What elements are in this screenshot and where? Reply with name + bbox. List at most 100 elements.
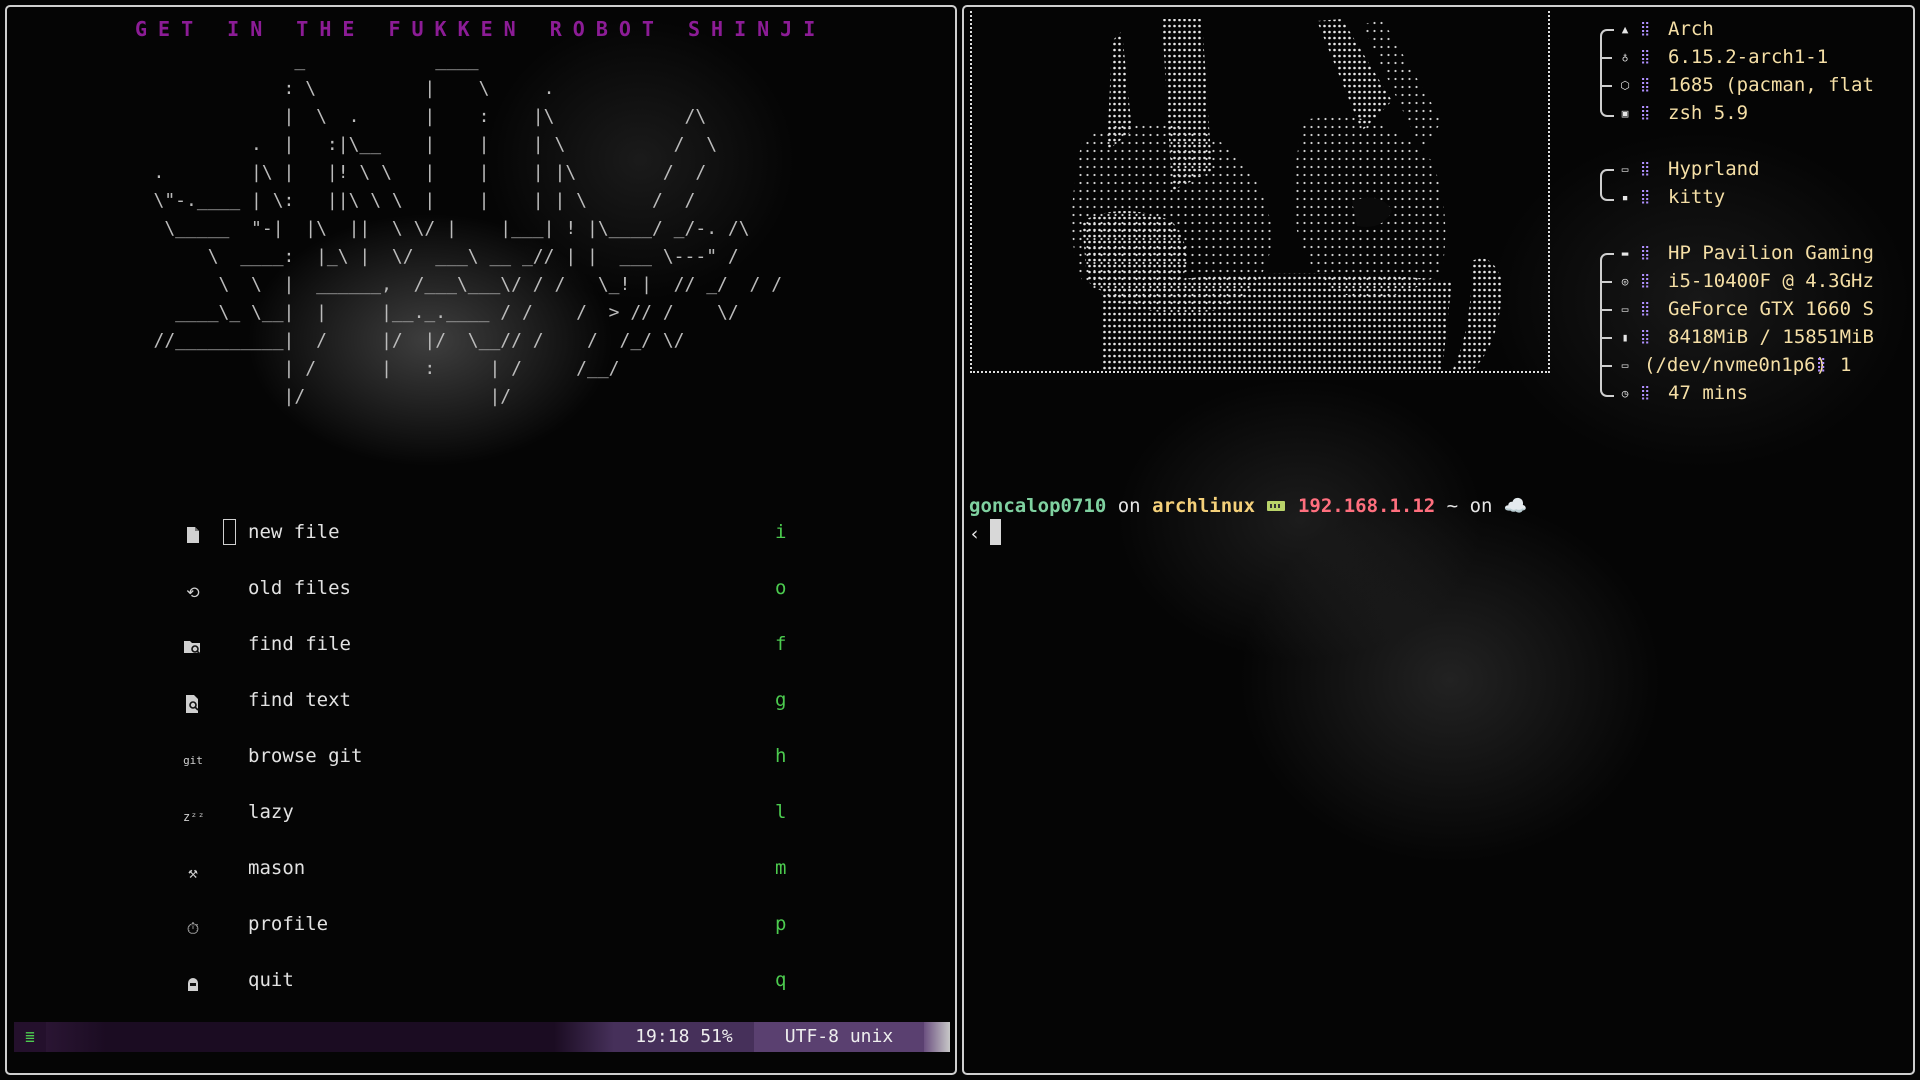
ascii-art-logo: _ ____ : \ | \ . | \ . | : |\ /\ . | :|\… — [121, 47, 861, 417]
dashboard-banner: GET IN THE FUKKEN ROBOT SHINJI — [135, 17, 827, 41]
memory-icon: ▮ — [1621, 331, 1629, 344]
menu-label: find file — [248, 633, 351, 655]
menu-label: browse git — [248, 745, 363, 767]
menu-item-profile[interactable]: ⏱ profile p — [177, 907, 797, 963]
dots-separator: ⣿ — [1640, 301, 1650, 317]
dots-separator: ⣿ — [1816, 357, 1826, 373]
fetch-logo-image — [970, 11, 1550, 373]
status-encoding-value: UTF-8 — [784, 1026, 839, 1047]
menu-shortcut-key: p — [775, 913, 787, 935]
shell-prompt: goncalop0710 on archlinux 192.168.1.12 ~… — [969, 494, 1528, 517]
status-gradient-right — [924, 1022, 950, 1052]
nvim-statusline: ≣ 19:18 51% UTF-8 unix — [14, 1022, 950, 1052]
fastfetch-info: ▲ ⣿ Arch ♁ ⣿ 6.15.2-arch1-1 ⬡ ⣿ 1685 (pa… — [1600, 15, 1913, 415]
prompt-user: goncalop0710 — [969, 495, 1107, 517]
tree-branch — [1600, 337, 1612, 339]
status-fileformat: unix — [849, 1026, 894, 1047]
menu-shortcut-key: i — [775, 521, 787, 543]
menu-shortcut-key: f — [775, 633, 787, 655]
ascii-dot-art — [1072, 19, 1502, 371]
nvim-window[interactable]: GET IN THE FUKKEN ROBOT SHINJI _ ____ : … — [5, 5, 957, 1075]
menu-item-find-text[interactable]: find text g — [177, 683, 797, 739]
status-gradient-middle — [554, 1022, 614, 1052]
cpu-icon: ◎ — [1621, 275, 1629, 288]
status-encoding: UTF-8 unix — [754, 1022, 924, 1052]
menu-icon: ≣ — [14, 1022, 46, 1052]
menu-label: new file — [248, 521, 340, 543]
tree-branch — [1600, 309, 1612, 311]
menu-item-new-file[interactable]: new file i — [177, 515, 797, 571]
menu-shortcut-key: h — [775, 745, 787, 767]
dots-separator: ⣿ — [1640, 189, 1650, 205]
menu-item-mason[interactable]: ⚒ mason m — [177, 851, 797, 907]
menu-shortcut-key: l — [775, 801, 787, 823]
terminal-window-icon: ▪ — [1621, 191, 1629, 204]
prompt-on: on — [1117, 495, 1141, 517]
menu-shortcut-key: m — [775, 857, 787, 879]
menu-shortcut-key: q — [775, 969, 787, 991]
dots-separator: ⣿ — [1640, 245, 1650, 261]
tree-branch — [1600, 281, 1612, 283]
menu-shortcut-key: g — [775, 689, 787, 711]
fetch-disk: (/dev/nvme0n1p6) — [1644, 354, 1828, 376]
disk-icon: ▭ — [1621, 359, 1629, 372]
find-file-icon — [183, 639, 203, 659]
fetch-disk-extra: 1 — [1840, 354, 1852, 376]
menu-item-browse-git[interactable]: git browse git h — [177, 739, 797, 795]
prompt-on: on — [1469, 495, 1493, 517]
dots-separator: ⣿ — [1640, 161, 1650, 177]
laptop-icon: ▬ — [1621, 247, 1629, 260]
terminal-cursor — [990, 519, 1002, 545]
linux-icon: ♁ — [1621, 51, 1629, 64]
fetch-cpu: i5-10400F @ 4.3GHz — [1668, 270, 1874, 292]
status-time: 19:18 — [635, 1026, 690, 1047]
menu-item-old-files[interactable]: ⟲ old files o — [177, 571, 797, 627]
clock-icon: ◷ — [1621, 387, 1629, 400]
package-icon: ⬡ — [1620, 79, 1630, 92]
dots-separator: ⣿ — [1640, 329, 1650, 345]
network-icon — [1266, 495, 1286, 517]
dots-separator: ⣿ — [1640, 49, 1650, 65]
fetch-kernel: 6.15.2-arch1-1 — [1668, 46, 1829, 68]
menu-label: quit — [248, 969, 294, 991]
menu-label: profile — [248, 913, 329, 935]
menu-item-find-file[interactable]: find file f — [177, 627, 797, 683]
stopwatch-icon: ⏱ — [186, 919, 200, 938]
text-cursor — [223, 519, 236, 545]
fetch-packages: 1685 (pacman, flat — [1668, 74, 1874, 96]
status-percent: 51% — [700, 1026, 733, 1047]
fetch-host: HP Pavilion Gaming — [1668, 242, 1874, 264]
git-icon: git — [183, 754, 203, 767]
dots-separator: ⣿ — [1640, 77, 1650, 93]
menu-label: mason — [248, 857, 306, 879]
dots-separator: ⣿ — [1640, 21, 1650, 37]
find-text-icon — [183, 695, 203, 715]
kitty-window[interactable]: ▲ ⣿ Arch ♁ ⣿ 6.15.2-arch1-1 ⬡ ⣿ 1685 (pa… — [962, 5, 1915, 1075]
old-files-icon: ⟲ — [186, 583, 200, 602]
menu-label: lazy — [248, 801, 294, 823]
prompt-host: archlinux — [1152, 495, 1256, 517]
desktop: GET IN THE FUKKEN ROBOT SHINJI _ ____ : … — [0, 0, 1920, 1080]
fetch-os: Arch — [1668, 18, 1714, 40]
arch-logo-icon: ▲ — [1621, 23, 1629, 36]
tree-branch — [1600, 85, 1612, 87]
fetch-uptime: 47 mins — [1668, 382, 1749, 404]
menu-label: old files — [248, 577, 351, 599]
ascii-art-grey-layer: _ ____ : \ | \ . | \ . | : |\ /\ . | :|\… — [153, 50, 783, 407]
dots-separator: ⣿ — [1640, 105, 1650, 121]
dots-separator: ⣿ — [1640, 385, 1650, 401]
fetch-shell: zsh 5.9 — [1668, 102, 1749, 124]
dots-separator: ⣿ — [1640, 273, 1650, 289]
monitor-icon: ▭ — [1621, 303, 1629, 316]
menu-item-quit[interactable]: quit q — [177, 963, 797, 1019]
quit-icon — [183, 975, 203, 995]
menu-label: find text — [248, 689, 351, 711]
terminal-icon: ▣ — [1621, 107, 1629, 120]
window-icon: ▭ — [1621, 163, 1629, 176]
command-input[interactable]: ‹ — [969, 519, 1002, 545]
fetch-wm: Hyprland — [1668, 158, 1760, 180]
tree-bracket — [1600, 253, 1614, 397]
dashboard-menu: new file i ⟲ old files o find file f fin… — [177, 515, 797, 1019]
menu-item-lazy[interactable]: zᶻᶻ lazy l — [177, 795, 797, 851]
status-position: 19:18 51% — [614, 1022, 754, 1052]
